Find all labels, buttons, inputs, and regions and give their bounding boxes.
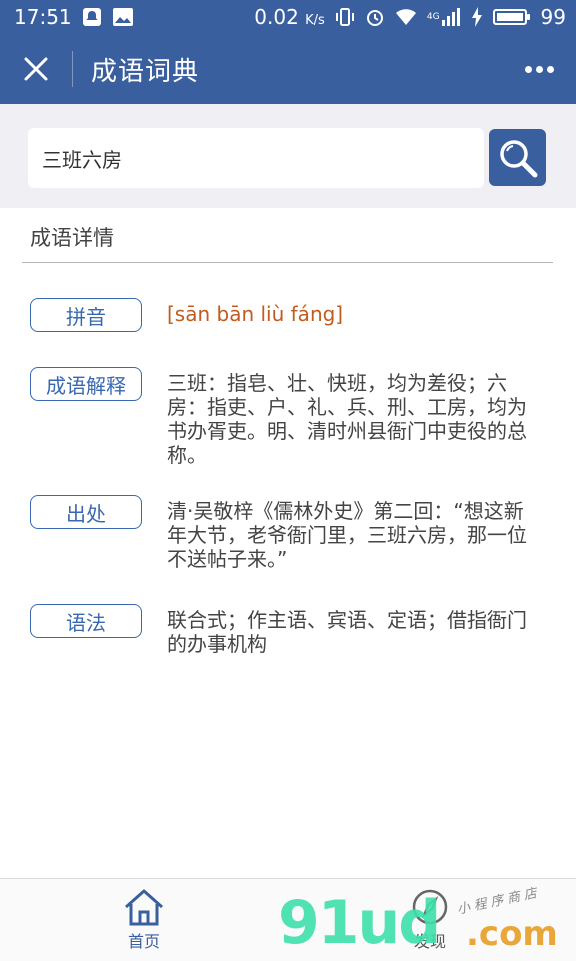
home-icon	[125, 889, 163, 926]
close-icon	[24, 57, 48, 81]
explanation-text: 三班：指皂、壮、快班，均为差役；六房：指吏、户、礼、兵、刑、工房，均为书办胥吏。…	[167, 371, 527, 467]
notification-icon	[82, 7, 102, 27]
status-bar: 17:51 0.02 K/s 4G 99	[0, 0, 576, 34]
charging-icon	[471, 7, 483, 27]
divider	[22, 262, 553, 263]
vibrate-icon	[335, 7, 355, 27]
search-area	[0, 104, 576, 208]
alarm-icon	[365, 7, 385, 27]
nav-bar: 成语词典	[0, 34, 576, 104]
status-time: 17:51	[14, 5, 72, 29]
nav-divider	[72, 51, 73, 87]
tag-source: 出处	[30, 495, 142, 529]
more-dot-icon	[535, 65, 543, 73]
wifi-icon	[395, 8, 417, 26]
image-icon	[112, 7, 134, 27]
tab-discover[interactable]: 发现	[360, 879, 500, 961]
search-button[interactable]	[489, 129, 546, 186]
more-dot-icon	[524, 65, 532, 73]
tag-explanation: 成语解释	[30, 367, 142, 401]
search-input[interactable]	[28, 128, 484, 188]
battery-icon	[492, 9, 530, 25]
tab-home[interactable]: 首页	[74, 879, 214, 961]
search-icon	[499, 139, 537, 177]
tag-pinyin: 拼音	[30, 298, 142, 332]
tag-grammar: 语法	[30, 604, 142, 638]
battery-level: 99	[540, 5, 566, 29]
source-text: 清·吴敬梓《儒林外史》第二回：“想这新年大节，老爷衙门里，三班六房，那一位不送帖…	[167, 499, 527, 571]
net-speed: 0.02 K/s	[254, 5, 325, 29]
page-title: 成语词典	[91, 56, 200, 87]
tab-discover-label: 发现	[413, 932, 446, 951]
more-button[interactable]	[522, 52, 556, 86]
section-title: 成语详情	[30, 226, 114, 250]
close-button[interactable]	[0, 34, 72, 104]
compass-icon	[412, 889, 448, 925]
more-dot-icon	[546, 65, 554, 73]
tab-home-label: 首页	[127, 932, 160, 951]
cellular-icon: 4G	[427, 8, 461, 26]
pinyin-text: [sān bān liù fáng]	[167, 302, 344, 326]
grammar-text: 联合式；作主语、宾语、定语；借指衙门的办事机构	[167, 608, 527, 656]
tab-bar: 首页 发现	[0, 878, 576, 961]
